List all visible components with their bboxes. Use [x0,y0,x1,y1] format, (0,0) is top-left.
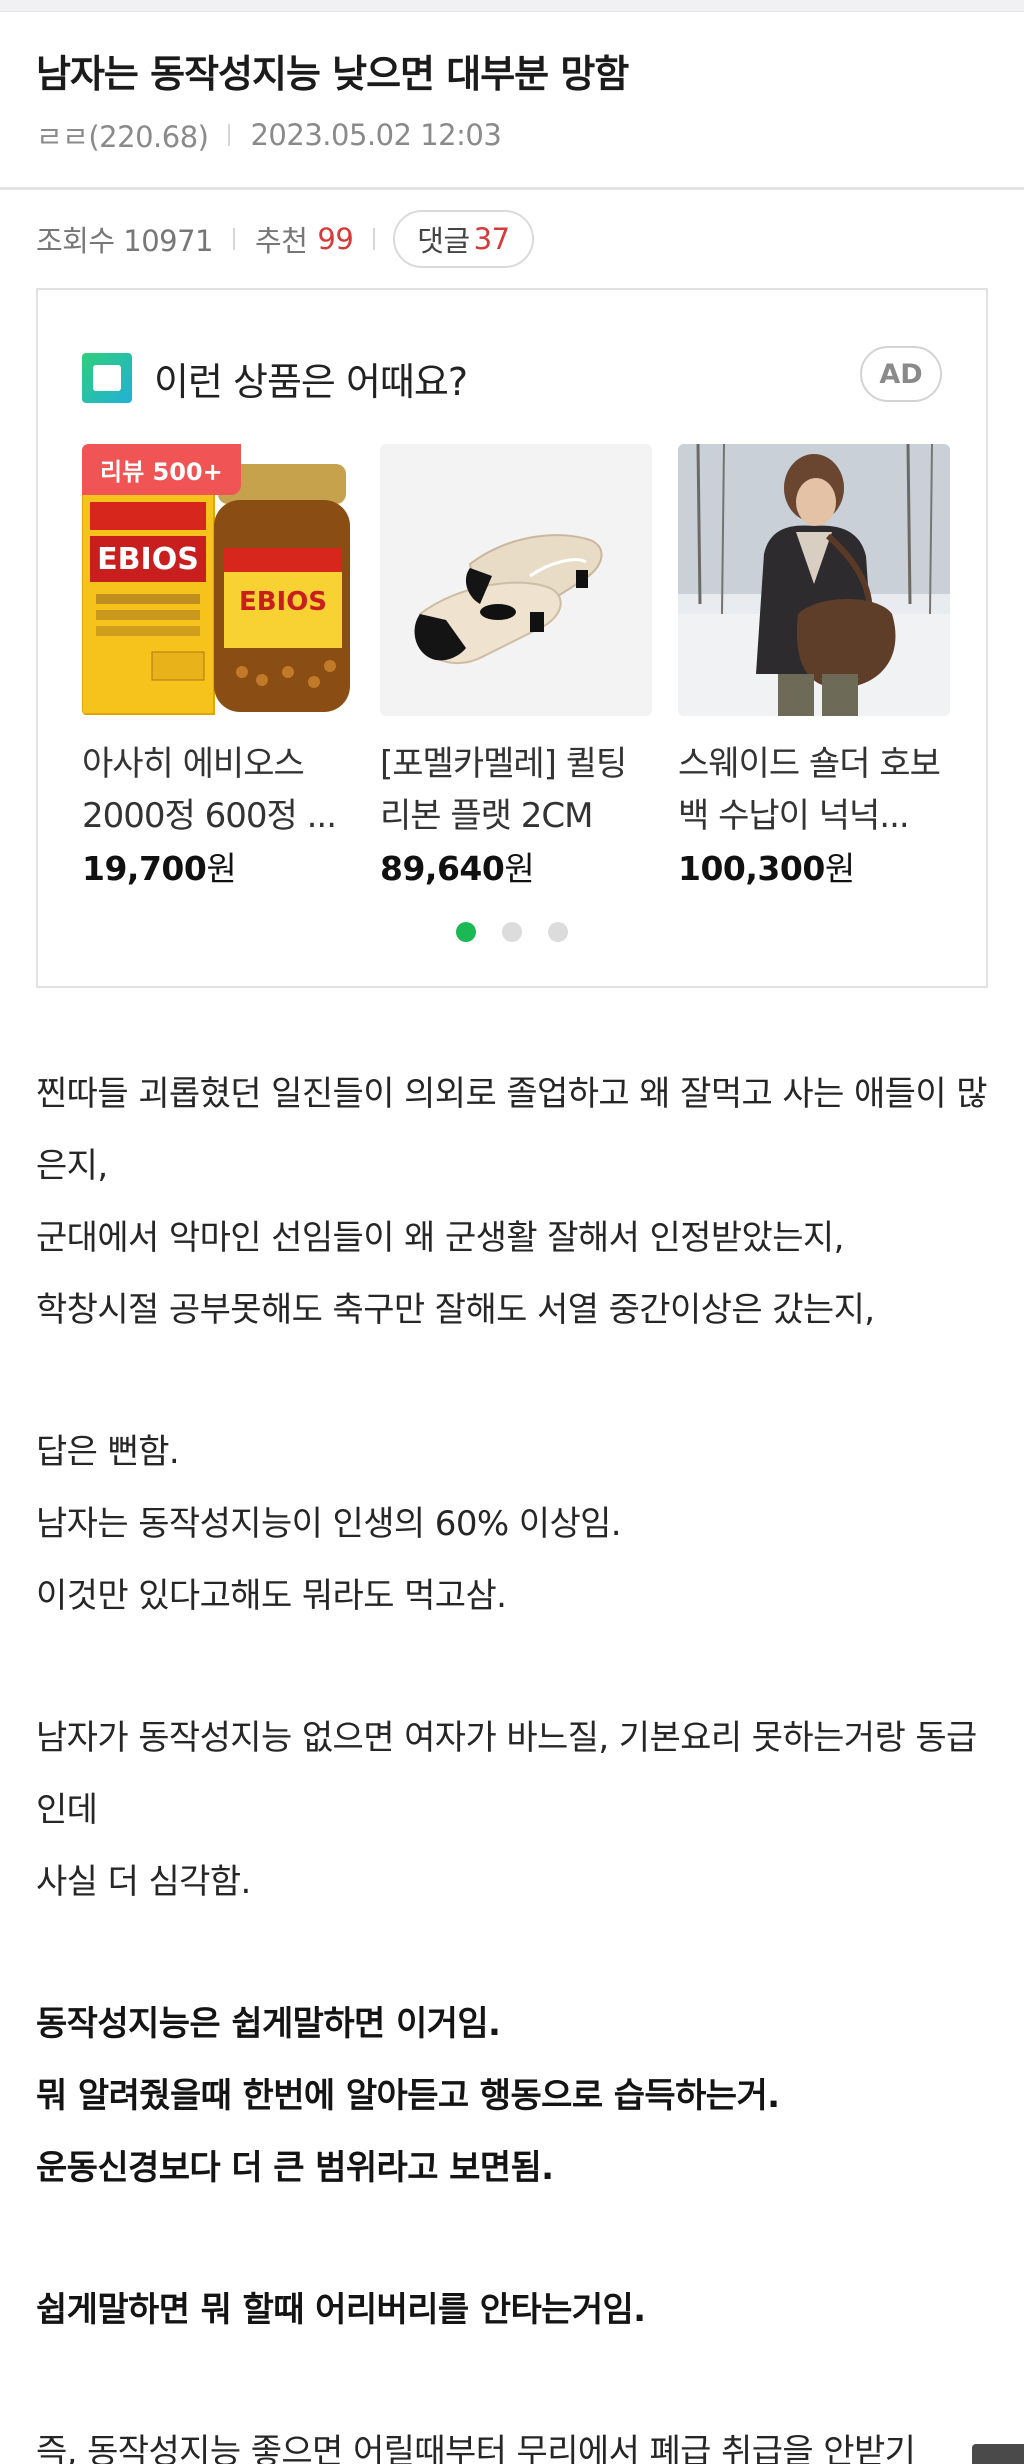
body-blank-line [36,2346,988,2416]
price-unit: 원 [504,849,535,888]
post-meta: ㄹㄹ(220.68) 2023.05.02 12:03 [36,114,988,156]
product-card[interactable]: [포멜카멜레] 퀼팅 리본 플랫 2CM 89,640원 [380,444,652,890]
body-line: 답은 뻔함. [36,1432,180,1472]
stats-separator [373,228,376,250]
top-divider [0,0,1024,12]
price-value: 19,700 [82,849,207,888]
body-line: 찐따들 괴롭혔던 일진들이 의외로 졸업하고 왜 잘먹고 사는 애들이 많은지, [36,1074,988,1186]
comments-count: 37 [473,222,510,256]
body-blank-line [36,1346,988,1416]
post-stats: 조회수 10971 추천 99 댓글 37 [0,190,1024,288]
product-name[interactable]: 스웨이드 숄더 호보백 수납이 넉넉... [678,738,950,842]
post-header: 남자는 동작성지능 낮으면 대부분 망함 ㄹㄹ(220.68) 2023.05.… [0,12,1024,190]
body-line: 학창시절 공부못해도 축구만 잘해도 서열 중간이상은 갔는지, [36,1290,875,1330]
hobo-bag-icon[interactable] [678,444,950,716]
body-blank-line [36,1632,988,1702]
post-title: 남자는 동작성지능 낮으면 대부분 망함 [36,52,629,96]
carousel-dots [38,922,986,942]
ebios-bottle-icon[interactable]: EBIOS EBIOS 리뷰 500+ [82,444,354,716]
post-date: 2023.05.02 12:03 [250,118,502,152]
product-card[interactable]: 스웨이드 숄더 호보백 수납이 넉넉... 100,300원 [678,444,950,890]
post-body: 찐따들 괴롭혔던 일진들이 의외로 졸업하고 왜 잘먹고 사는 애들이 많은지,… [0,1058,1024,2464]
recommend-label: 추천 [255,224,308,258]
ad-product-carousel: 이런 상품은 어때요? AD EBIOS EBIOS 리뷰 500+ 아사히 에… [36,288,988,988]
product-name[interactable]: 아사히 에비오스 2000정 600정 ... [82,738,354,842]
product-price: 100,300원 [678,842,950,890]
price-value: 89,640 [380,849,505,888]
product-card[interactable]: EBIOS EBIOS 리뷰 500+ 아사히 에비오스 2000정 600정 … [82,444,354,890]
carousel-dot[interactable] [456,922,476,942]
body-line: 군대에서 악마인 선임들이 왜 군생활 잘해서 인정받았는지, [36,1218,844,1258]
product-list: EBIOS EBIOS 리뷰 500+ 아사히 에비오스 2000정 600정 … [38,410,986,890]
price-value: 100,300 [678,849,825,888]
ad-header: 이런 상품은 어때요? [38,290,986,410]
price-unit: 원 [206,849,237,888]
product-name[interactable]: [포멜카멜레] 퀼팅 리본 플랫 2CM [380,738,652,842]
flat-shoe-icon[interactable] [380,444,652,716]
body-line: 남자는 동작성지능이 인생의 60% 이상임. [36,1504,622,1544]
shopping-bag-icon [82,353,132,403]
product-image-shoes [414,534,603,665]
svg-text:EBIOS: EBIOS [97,542,199,577]
ad-title: 이런 상품은 어때요? [154,359,468,404]
body-line: 이것만 있다고해도 뭐라도 먹고삼. [36,1576,507,1616]
price-unit: 원 [824,849,855,888]
body-line: 남자가 동작성지능 없으면 여자가 바느질, 기본요리 못하는거랑 동급인데 [36,1718,977,1830]
product-price: 19,700원 [82,842,354,890]
comments-button[interactable]: 댓글 37 [393,210,534,268]
body-blank-line [36,1918,988,1988]
product-price: 89,640원 [380,842,652,890]
body-line-bold: 쉽게말하면 뭐 할때 어리버리를 안타는거임. [36,2290,646,2330]
meta-separator [228,124,231,146]
carousel-dot[interactable] [548,922,568,942]
post-author[interactable]: ㄹㄹ(220.68) [36,114,209,156]
carousel-dot[interactable] [502,922,522,942]
view-count: 조회수 10971 [36,224,214,258]
body-line: 사실 더 심각함. [36,1862,251,1902]
body-line-bold: 동작성지능은 쉽게말하면 이거임. [36,2004,501,2044]
body-line-bold: 뭐 알려줬을때 한번에 알아듣고 행동으로 습득하는거. [36,2076,780,2116]
ad-badge[interactable]: AD [860,346,942,402]
svg-text:EBIOS: EBIOS [239,587,327,617]
body-line: 즉, 동작성지능 좋으면 어릴때부터 무리에서 폐급 취급을 안받기 [36,2432,916,2464]
product-image-bag [678,444,950,716]
comments-label: 댓글 [417,224,470,258]
stats-separator [233,228,236,250]
recommend-count: 99 [317,222,354,256]
review-count-badge: 리뷰 500+ [82,444,241,495]
body-blank-line [36,2204,988,2274]
body-line-bold: 운동신경보다 더 큰 범위라고 보면됨. [36,2148,554,2188]
close-icon[interactable] [972,2444,1024,2464]
